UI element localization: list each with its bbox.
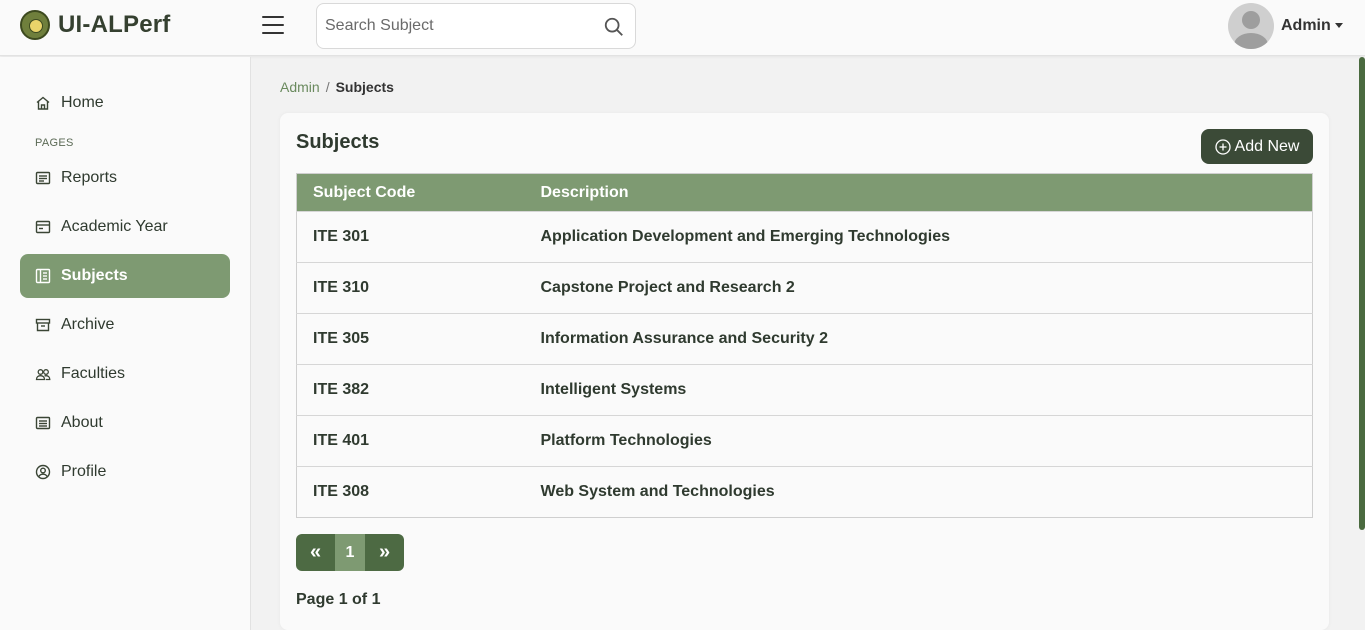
- sidebar-item-label: About: [61, 414, 103, 431]
- table-row[interactable]: ITE 382 Intelligent Systems: [296, 364, 1313, 416]
- reports-icon: [34, 169, 52, 187]
- user-menu[interactable]: Admin: [1281, 17, 1343, 35]
- user-name-label: Admin: [1281, 17, 1331, 34]
- next-page-button[interactable]: »: [365, 534, 404, 571]
- table-row[interactable]: ITE 310 Capstone Project and Research 2: [296, 262, 1313, 314]
- description-cell: Platform Technologies: [524, 415, 1313, 467]
- scrollbar[interactable]: [1359, 57, 1365, 530]
- sidebar-item-academic-year[interactable]: Academic Year: [20, 205, 230, 249]
- table-row[interactable]: ITE 401 Platform Technologies: [296, 415, 1313, 467]
- home-icon: [34, 94, 52, 112]
- breadcrumb: Admin / Subjects: [280, 79, 394, 95]
- app-title: UI-ALPerf: [58, 11, 171, 38]
- archive-icon: [34, 316, 52, 334]
- pagination: « 1 »: [296, 534, 404, 571]
- subject-code-cell: ITE 310: [296, 262, 525, 314]
- table-row[interactable]: ITE 305 Information Assurance and Securi…: [296, 313, 1313, 365]
- top-header: UI-ALPerf Admin: [0, 0, 1365, 56]
- breadcrumb-current: Subjects: [335, 79, 394, 95]
- breadcrumb-admin-link[interactable]: Admin: [280, 79, 320, 95]
- sidebar-item-label: Archive: [61, 316, 115, 333]
- description-cell: Web System and Technologies: [524, 466, 1313, 518]
- table-row[interactable]: ITE 301 Application Development and Emer…: [296, 211, 1313, 263]
- subjects-icon: [34, 267, 52, 285]
- sidebar-item-faculties[interactable]: Faculties: [20, 352, 230, 396]
- subject-code-cell: ITE 308: [296, 466, 525, 518]
- sidebar-item-reports[interactable]: Reports: [20, 156, 230, 200]
- subject-code-cell: ITE 382: [296, 364, 525, 416]
- breadcrumb-separator: /: [325, 79, 330, 95]
- add-new-label: Add New: [1234, 137, 1300, 155]
- page-title: Subjects: [296, 131, 380, 153]
- user-avatar[interactable]: [1228, 3, 1274, 49]
- logo-seal-icon: [20, 10, 50, 40]
- page-number-button[interactable]: 1: [335, 534, 365, 571]
- subjects-table: Subject Code Description ITE 301 Applica…: [296, 173, 1313, 518]
- sidebar: Home PAGES Reports Academic Year Subject…: [0, 57, 251, 630]
- description-cell: Capstone Project and Research 2: [524, 262, 1313, 314]
- search-input[interactable]: [325, 14, 595, 38]
- calendar-card-icon: [34, 218, 52, 236]
- page-info-text: Page 1 of 1: [296, 591, 381, 608]
- add-new-button[interactable]: Add New: [1201, 129, 1313, 164]
- about-icon: [34, 414, 52, 432]
- subject-code-cell: ITE 305: [296, 313, 525, 365]
- prev-page-button[interactable]: «: [296, 534, 335, 571]
- column-header-subject-code[interactable]: Subject Code: [296, 173, 525, 212]
- sidebar-item-archive[interactable]: Archive: [20, 303, 230, 347]
- profile-icon: [34, 463, 52, 481]
- plus-circle-icon: [1214, 138, 1231, 155]
- menu-toggle-button[interactable]: [262, 16, 284, 36]
- subjects-card: Subjects Add New Subject Code Descriptio…: [280, 113, 1329, 630]
- sidebar-item-label: Faculties: [61, 365, 126, 382]
- hamburger-line: [262, 16, 284, 18]
- subject-code-cell: ITE 401: [296, 415, 525, 467]
- sidebar-item-subjects[interactable]: Subjects: [20, 254, 230, 298]
- hamburger-line: [262, 24, 284, 26]
- sidebar-item-label: Academic Year: [61, 218, 168, 235]
- description-cell: Application Development and Emerging Tec…: [524, 211, 1313, 263]
- sidebar-section-heading: PAGES: [35, 137, 74, 149]
- sidebar-item-profile[interactable]: Profile: [20, 450, 230, 494]
- sidebar-item-label: Profile: [61, 463, 107, 480]
- table-row[interactable]: ITE 308 Web System and Technologies: [296, 466, 1313, 518]
- sidebar-item-about[interactable]: About: [20, 401, 230, 445]
- search-icon[interactable]: [603, 16, 625, 38]
- description-cell: Intelligent Systems: [524, 364, 1313, 416]
- description-cell: Information Assurance and Security 2: [524, 313, 1313, 365]
- app-logo[interactable]: UI-ALPerf: [20, 10, 170, 40]
- subject-code-cell: ITE 301: [296, 211, 525, 263]
- sidebar-item-label: Subjects: [61, 267, 128, 284]
- people-icon: [34, 365, 52, 383]
- search-box: [316, 3, 636, 49]
- caret-down-icon: [1334, 23, 1343, 29]
- avatar-placeholder-icon: [1234, 11, 1268, 49]
- table-header-row: Subject Code Description: [296, 173, 1313, 212]
- sidebar-item-label: Reports: [61, 169, 118, 186]
- column-header-description[interactable]: Description: [524, 173, 1313, 212]
- sidebar-item-label: Home: [61, 94, 104, 111]
- hamburger-line: [262, 32, 284, 34]
- sidebar-item-home[interactable]: Home: [20, 81, 230, 125]
